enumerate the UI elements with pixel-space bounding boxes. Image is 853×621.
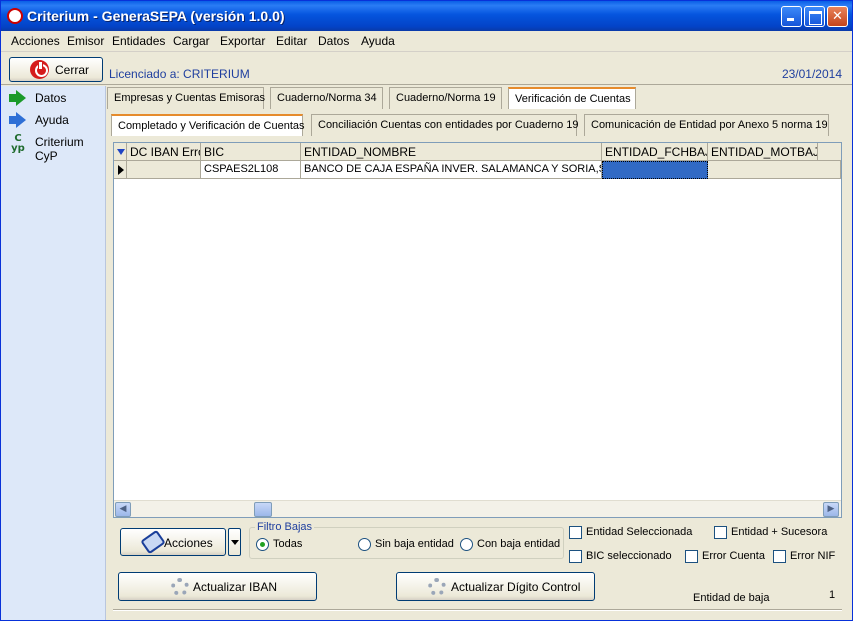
menu-entidades[interactable]: Entidades <box>112 34 165 48</box>
horizontal-scrollbar[interactable]: ◀ ▶ <box>114 500 841 517</box>
menu-cargar[interactable]: Cargar <box>173 34 210 48</box>
window-title: Criterium - GeneraSEPA (versión 1.0.0) <box>27 8 285 24</box>
tab-comunicacion-entidad[interactable]: Comunicación de Entidad por Anexo 5 norm… <box>584 114 829 136</box>
row-pointer-icon <box>118 165 124 175</box>
tab-empresas[interactable]: Empresas y Cuentas Emisoras <box>107 87 265 109</box>
checkbox <box>685 550 698 563</box>
check-label: Error Cuenta <box>702 550 765 562</box>
actualizar-digito-control-button[interactable]: Actualizar Dígito Control <box>396 572 595 601</box>
cell-entidad-nombre[interactable]: BANCO DE CAJA ESPAÑA INVER. SALAMANCA Y … <box>301 161 602 179</box>
app-logo-icon <box>7 8 23 24</box>
acciones-button[interactable]: Acciones <box>120 528 226 556</box>
maximize-button[interactable] <box>804 6 825 27</box>
column-header-dc-iban-error[interactable]: DC IBAN Error <box>127 143 201 161</box>
tab-completado-verificacion[interactable]: Completado y Verificación de Cuentas <box>111 114 305 136</box>
blue-arrow-icon <box>9 112 27 128</box>
actualizar-iban-button[interactable]: Actualizar IBAN <box>118 572 317 601</box>
scroll-right-button[interactable]: ▶ <box>823 502 839 517</box>
column-header-entidad-nombre[interactable]: ENTIDAD_NOMBRE <box>301 143 602 161</box>
current-date: 23/01/2014 <box>781 67 842 81</box>
grid-indicator-header[interactable] <box>114 143 127 161</box>
close-window-button[interactable]: ✕ <box>827 6 848 27</box>
title-bar[interactable]: Criterium - GeneraSEPA (versión 1.0.0) ✕ <box>1 1 852 31</box>
scroll-thumb[interactable] <box>254 502 272 517</box>
gear-icon <box>171 578 189 596</box>
sidebar-item-label: Ayuda <box>35 113 69 127</box>
divider <box>113 609 842 611</box>
check-label: Error NIF <box>790 550 836 562</box>
tab-cuaderno-19[interactable]: Cuaderno/Norma 19 <box>389 87 502 109</box>
radio-con-baja-label: Con baja entidad <box>477 538 561 550</box>
top-bar: Cerrar Licenciado a: CRITERIUM 23/01/201… <box>1 53 852 85</box>
criterium-cyp-icon: Cyp <box>11 133 25 154</box>
menu-datos[interactable]: Datos <box>318 34 349 48</box>
checkbox <box>714 526 727 539</box>
menu-ayuda[interactable]: Ayuda <box>361 34 395 48</box>
acciones-label: Acciones <box>164 536 213 550</box>
menu-exportar[interactable]: Exportar <box>220 34 265 48</box>
column-header-bic[interactable]: BIC <box>201 143 301 161</box>
radio-con-baja-indicator <box>460 538 473 551</box>
acciones-dropdown-button[interactable] <box>228 528 241 556</box>
minimize-icon <box>782 7 801 26</box>
check-label: BIC seleccionado <box>586 550 672 562</box>
sidebar-item-datos[interactable]: Datos <box>9 89 105 109</box>
maximize-icon <box>805 7 824 26</box>
app-window: Criterium - GeneraSEPA (versión 1.0.0) ✕… <box>0 0 853 621</box>
gear-icon <box>428 578 446 596</box>
menu-bar: Acciones Emisor Entidades Cargar Exporta… <box>1 31 852 52</box>
filtro-bajas-group: Filtro Bajas Todas Sin baja entidad Con … <box>249 521 564 559</box>
sidebar-item-label: Criterium CyP <box>35 135 84 163</box>
cell-entidad-fchbaja[interactable] <box>602 161 708 179</box>
status-count: 1 <box>829 589 836 601</box>
table-row[interactable]: CSPAES2L108 BANCO DE CAJA ESPAÑA INVER. … <box>114 161 841 179</box>
sort-arrow-icon <box>117 149 125 155</box>
checkbox <box>773 550 786 563</box>
accounts-grid[interactable]: DC IBAN Error BIC ENTIDAD_NOMBRE ENTIDAD… <box>113 142 842 518</box>
radio-todas-indicator <box>256 538 269 551</box>
column-header-entidad-motbaja[interactable]: ENTIDAD_MOTBAJA <box>708 143 818 161</box>
sidebar: Datos Ayuda Cyp Criterium CyP <box>1 86 106 620</box>
power-icon <box>30 60 49 79</box>
grid-header: DC IBAN Error BIC ENTIDAD_NOMBRE ENTIDAD… <box>114 143 841 161</box>
menu-acciones[interactable]: Acciones <box>11 34 60 48</box>
cell-dc-iban-error[interactable] <box>127 161 201 179</box>
tag-icon <box>140 529 166 555</box>
tab-conciliacion[interactable]: Conciliación Cuentas con entidades por C… <box>311 114 579 136</box>
cerrar-label: Cerrar <box>55 63 90 77</box>
sidebar-item-ayuda[interactable]: Ayuda <box>9 111 105 131</box>
filtro-bajas-title: Filtro Bajas <box>255 521 315 533</box>
minimize-button[interactable] <box>781 6 802 27</box>
radio-sin-baja-indicator <box>358 538 371 551</box>
check-label: Entidad Seleccionada <box>586 526 693 538</box>
check-label: Entidad + Sucesora <box>731 526 828 538</box>
checkbox <box>569 526 582 539</box>
sub-tabs: Completado y Verificación de Cuentas Con… <box>111 114 846 136</box>
actualizar-dc-label: Actualizar Dígito Control <box>451 580 581 594</box>
cell-bic[interactable]: CSPAES2L108 <box>201 161 301 179</box>
actualizar-iban-label: Actualizar IBAN <box>193 580 278 594</box>
status-label: Entidad de baja <box>693 592 770 604</box>
sidebar-item-label: Datos <box>35 91 67 105</box>
main-tabs: Empresas y Cuentas Emisoras Cuaderno/Nor… <box>107 87 847 109</box>
sidebar-item-criterium-cyp[interactable]: Cyp Criterium CyP <box>9 133 105 164</box>
license-text: Licenciado a: CRITERIUM <box>109 67 250 81</box>
checkbox <box>569 550 582 563</box>
menu-emisor[interactable]: Emisor <box>67 34 104 48</box>
cerrar-button[interactable]: Cerrar <box>9 57 103 82</box>
tab-cuaderno-34[interactable]: Cuaderno/Norma 34 <box>270 87 383 109</box>
cell-entidad-motbaja[interactable] <box>708 161 841 179</box>
scroll-left-button[interactable]: ◀ <box>115 502 131 517</box>
tab-verificacion-cuentas[interactable]: Verificación de Cuentas <box>508 87 636 109</box>
radio-todas-label: Todas <box>273 538 303 550</box>
menu-editar[interactable]: Editar <box>276 34 307 48</box>
green-arrow-icon <box>9 90 27 106</box>
radio-sin-baja-label: Sin baja entidad <box>375 538 454 550</box>
row-indicator[interactable] <box>114 161 127 179</box>
close-icon: ✕ <box>832 9 843 24</box>
column-header-entidad-fchbaja[interactable]: ENTIDAD_FCHBAJA <box>602 143 708 161</box>
